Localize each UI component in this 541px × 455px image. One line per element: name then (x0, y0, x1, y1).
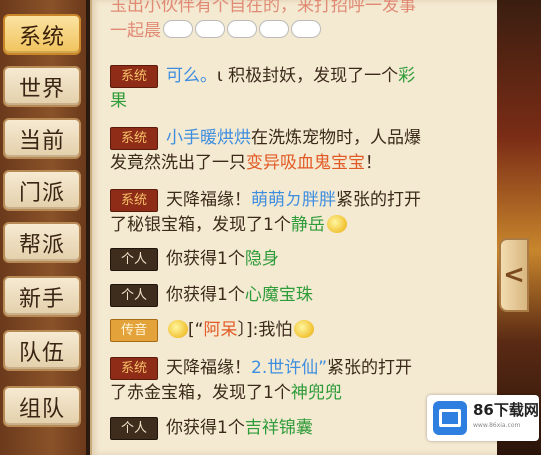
scared-emoji-icon (294, 320, 315, 338)
cloud-emoji-icon (291, 20, 321, 38)
item-link[interactable]: 吉祥锦囊 (245, 418, 313, 438)
message-text: 在洗炼宠物时，人品爆 (251, 128, 421, 148)
player-name-link[interactable]: 可么。 (166, 66, 217, 86)
chat-message: 个人 你获得1个心魔宝珠 (110, 283, 490, 308)
message-text: 天降福缘！ (166, 358, 251, 378)
message-text: 你获得1个 (166, 285, 245, 305)
system-badge: 系统 (110, 127, 158, 150)
cloud-emoji-icon (227, 20, 257, 38)
cloud-emoji-icon (195, 20, 225, 38)
watermark-url: www.86xia.com (473, 422, 521, 429)
chevron-left-icon: < (503, 260, 525, 290)
tab-current[interactable]: 当前 (3, 118, 81, 159)
item-link[interactable]: 神兜兜 (291, 383, 342, 403)
message-text: 紧张的打开 (336, 190, 421, 210)
message-text: ι 积极封妖，发现了一个 (217, 66, 399, 86)
message-text: 一起晨 (110, 21, 161, 41)
game-scene-background (497, 0, 541, 455)
player-name-link[interactable]: 阿呆 (203, 320, 237, 340)
personal-badge: 个人 (110, 417, 158, 440)
tab-team-up[interactable]: 组队 (3, 386, 81, 427)
trumpet-badge: 传音 (110, 319, 158, 342)
player-name-link[interactable]: 2.世许仙” (251, 358, 327, 378)
chat-message: 个人 你获得1个隐身 (110, 247, 490, 272)
message-text: 紧张的打开 (327, 358, 413, 378)
pet-link[interactable]: 变异吸血鬼宝宝 (246, 153, 365, 173)
tab-newbie[interactable]: 新手 (3, 276, 81, 317)
cloud-emoji-icon (259, 20, 289, 38)
message-text: 了秘银宝箱，发现了1个 (110, 215, 291, 235)
message-text: 天降福缘！ (166, 190, 251, 210)
watermark: 86下载网 www.86xia.com (427, 395, 539, 441)
message-text: 了赤金宝箱，发现了1个 (110, 383, 291, 403)
message-text: 你获得1个 (166, 249, 245, 269)
chat-message: 传音 [“阿呆〕]:我怕 (110, 318, 490, 343)
cloud-emoji-icon (163, 20, 193, 38)
collapse-chat-button[interactable]: < (499, 238, 529, 312)
message-text: 发竟然洗出了一只 (110, 153, 246, 173)
message-text: [“ (188, 320, 204, 340)
tab-guild[interactable]: 帮派 (3, 222, 81, 263)
system-badge: 系统 (110, 357, 158, 380)
personal-badge: 个人 (110, 248, 158, 271)
personal-badge: 个人 (110, 284, 158, 307)
chat-message: 系统 天降福缘！萌萌ㄉ胖胖紧张的打开 了秘银宝箱，发现了1个静岳 (110, 188, 490, 238)
message-text: 玉出小伙伴有个自在的，来打招呼一发事 (110, 0, 416, 16)
item-link[interactable]: 隐身 (245, 249, 279, 269)
channel-tab-column: 系统 世界 当前 门派 帮派 新手 队伍 组队 (0, 0, 86, 455)
watermark-logo-icon (433, 401, 467, 435)
horn-emoji-icon (168, 320, 188, 338)
chat-message: 系统 可么。ι 积极封妖，发现了一个彩 果 (110, 64, 490, 114)
tab-team[interactable]: 队伍 (3, 330, 81, 371)
watermark-brand: 86下载网 (473, 401, 539, 419)
system-badge: 系统 (110, 189, 158, 212)
smiley-emoji-icon (326, 215, 347, 233)
chat-panel[interactable]: 玉出小伙伴有个自在的，来打招呼一发事 一起晨 系统 可么。ι 积极封妖，发现了一个… (90, 0, 499, 455)
message-text: 你获得1个 (166, 418, 245, 438)
system-badge: 系统 (110, 65, 158, 88)
player-name-link[interactable]: 小手暖烘烘 (166, 128, 251, 148)
item-link[interactable]: 静岳 (291, 215, 325, 235)
chat-message: 系统 小手暖烘烘在洗炼宠物时，人品爆 发竟然洗出了一只变异吸血鬼宝宝！ (110, 126, 490, 176)
item-link[interactable]: 心魔宝珠 (245, 285, 313, 305)
item-link[interactable]: 彩 (398, 66, 415, 86)
chat-message: 玉出小伙伴有个自在的，来打招呼一发事 一起晨 (110, 0, 490, 44)
player-name-link[interactable]: 萌萌ㄉ胖胖 (251, 190, 336, 210)
item-link[interactable]: 果 (110, 91, 127, 111)
message-text: 〕]:我怕 (237, 320, 293, 340)
tab-world[interactable]: 世界 (3, 66, 81, 107)
tab-system[interactable]: 系统 (3, 14, 81, 55)
tab-sect[interactable]: 门派 (3, 170, 81, 211)
message-text: ！ (365, 153, 382, 173)
